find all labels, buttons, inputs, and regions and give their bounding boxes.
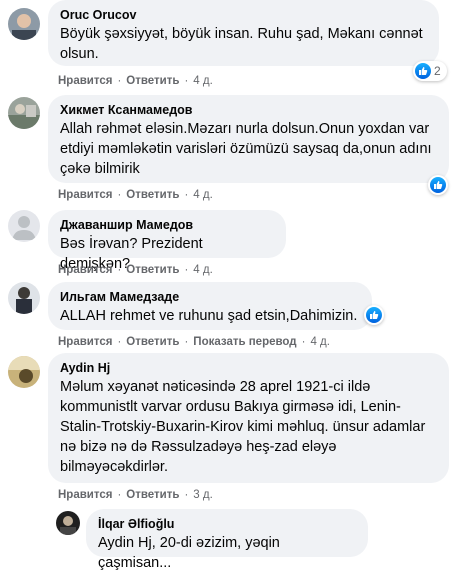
comment-actions: Нравится · Ответить · 4 д. xyxy=(58,189,213,201)
comment-author[interactable]: Oruc Orucov xyxy=(60,7,427,23)
comment-author[interactable]: Джаваншир Мамедов xyxy=(60,217,274,233)
avatar[interactable] xyxy=(8,97,40,129)
comment-text: Böyük şəxsiyyət, böyük insan. Ruhu şad, … xyxy=(60,26,423,62)
reaction-count[interactable] xyxy=(364,305,384,325)
thumbs-up-icon xyxy=(366,307,382,323)
like-link[interactable]: Нравится xyxy=(58,75,112,87)
comment-actions: Нравится · Ответить · 4 д. xyxy=(58,75,213,87)
comment-text: Aydin Hj, 20-di əzizim, yəqin çaşmisan..… xyxy=(98,535,280,571)
comment: Oruc Orucov Böyük şəxsiyyət, böyük insan… xyxy=(0,0,459,95)
comment-actions: Нравится · Ответить · Показать перевод · 4 д. xyxy=(58,336,330,348)
comment: Джаваншир Мамедов Bəs İrəvan? Prezident … xyxy=(0,205,459,280)
comment: Aydin Hj Məlum xəyanət nəticəsində 28 ap… xyxy=(0,350,459,501)
comment-actions: Нравится · Ответить · 3 д. xyxy=(58,489,213,501)
avatar[interactable] xyxy=(8,210,40,242)
comment-bubble: İlqar Əlfioğlu Aydin Hj, 20-di əzizim, y… xyxy=(86,509,368,571)
like-link[interactable]: Нравится xyxy=(58,336,112,348)
like-link[interactable]: Нравится xyxy=(58,264,112,276)
comment-time[interactable]: 4 д. xyxy=(193,264,213,276)
comment-bubble: Хикмет Ксанмамедов Allah rəhmət eləsin.M… xyxy=(48,95,449,183)
thumbs-up-icon xyxy=(415,63,431,79)
comment-actions: Нравится · Ответить · 4 д. xyxy=(58,264,213,276)
comment-text: Məlum xəyanət nəticəsində 28 aprel 1921-… xyxy=(60,379,426,475)
comment-time[interactable]: 4 д. xyxy=(193,189,213,201)
reply-link[interactable]: Ответить xyxy=(126,264,179,276)
show-translation-link[interactable]: Показать перевод xyxy=(193,336,296,348)
reaction-number: 2 xyxy=(434,64,441,78)
comment-author[interactable]: Ильгам Мамедзаде xyxy=(60,289,360,305)
like-link[interactable]: Нравится xyxy=(58,189,112,201)
reply-comment: İlqar Əlfioğlu Aydin Hj, 20-di əzizim, y… xyxy=(0,505,459,571)
reply-link[interactable]: Ответить xyxy=(126,336,179,348)
comment: Ильгам Мамедзаде ALLAH rehmet ve ruhunu … xyxy=(0,280,459,350)
like-link[interactable]: Нравится xyxy=(58,489,112,501)
reply-link[interactable]: Ответить xyxy=(126,189,179,201)
avatar[interactable] xyxy=(56,511,80,535)
reply-link[interactable]: Ответить xyxy=(126,489,179,501)
reply-link[interactable]: Ответить xyxy=(126,75,179,87)
avatar[interactable] xyxy=(8,356,40,388)
comment-bubble: Джаваншир Мамедов Bəs İrəvan? Prezident … xyxy=(48,210,286,272)
reaction-count[interactable] xyxy=(428,175,448,195)
comment-text: Allah rəhmət eləsin.Məzarı nurla dolsun.… xyxy=(60,121,432,177)
comment-time[interactable]: 4 д. xyxy=(193,75,213,87)
comment-text: ALLAH rehmet ve ruhunu şad etsin,Dahimiz… xyxy=(60,308,358,324)
reaction-count[interactable]: 2 xyxy=(413,61,447,81)
comment-author[interactable]: Хикмет Ксанмамедов xyxy=(60,102,437,118)
comment-time[interactable]: 3 д. xyxy=(193,489,213,501)
comment-bubble: Oruc Orucov Böyük şəxsiyyət, böyük insan… xyxy=(48,0,439,66)
comment-bubble: Ильгам Мамедзаде ALLAH rehmet ve ruhunu … xyxy=(48,282,372,330)
comment: Хикмет Ксанмамедов Allah rəhmət eləsin.M… xyxy=(0,95,459,205)
comment-author[interactable]: İlqar Əlfioğlu xyxy=(98,516,356,532)
comment-time[interactable]: 4 д. xyxy=(310,336,330,348)
avatar[interactable] xyxy=(8,8,40,40)
comment-bubble: Aydin Hj Məlum xəyanət nəticəsində 28 ap… xyxy=(48,353,449,483)
avatar[interactable] xyxy=(8,282,40,314)
comment-author[interactable]: Aydin Hj xyxy=(60,360,437,376)
thumbs-up-icon xyxy=(430,177,446,193)
